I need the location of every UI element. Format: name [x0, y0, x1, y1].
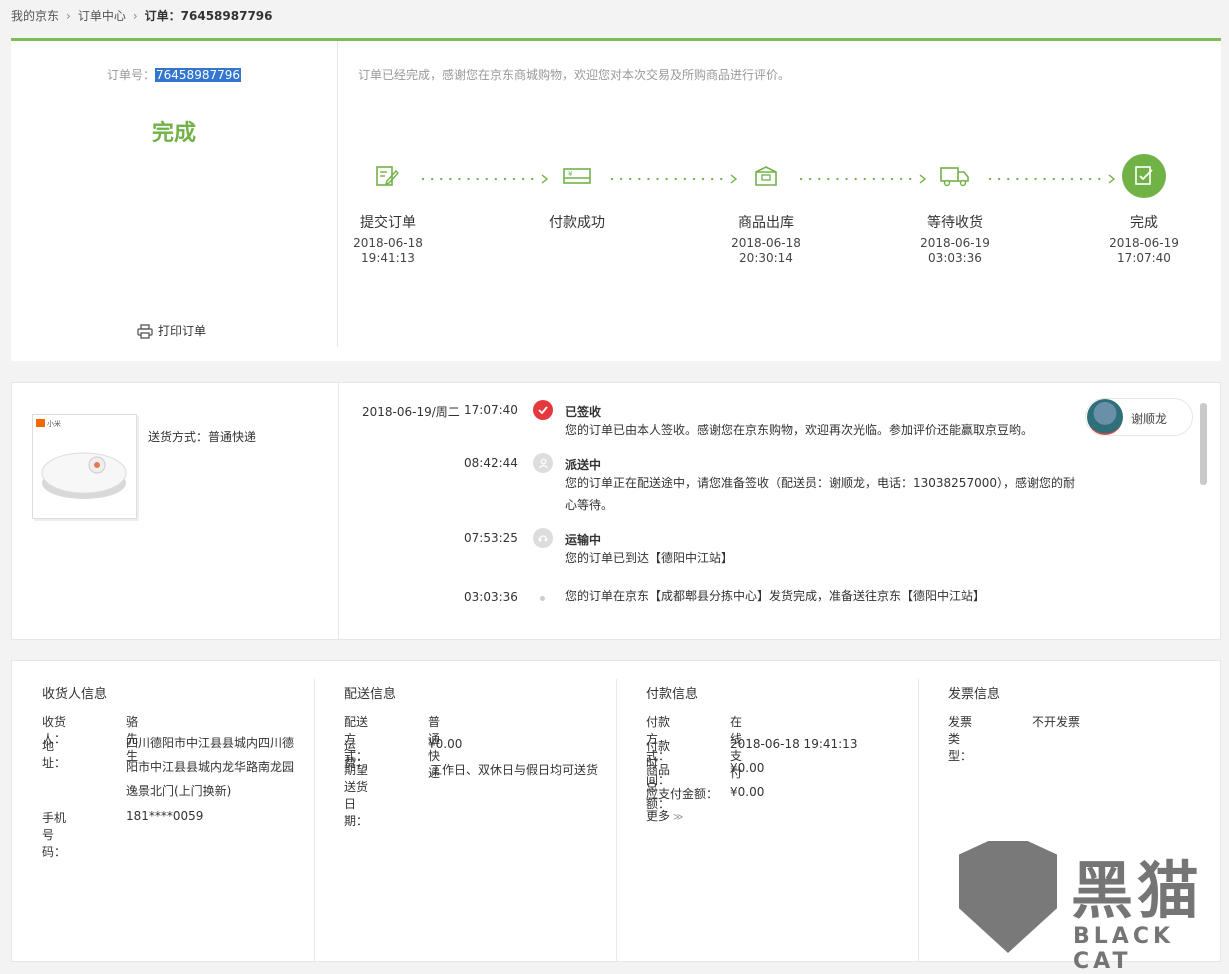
- tracking-scrollbar[interactable]: [1200, 403, 1207, 485]
- chevron-right-icon: ›: [66, 9, 71, 23]
- delivery-fee: ¥0.00: [428, 737, 463, 751]
- product-image[interactable]: 小米: [32, 414, 137, 519]
- courier-name: 谢顺龙: [1131, 412, 1168, 426]
- invoice-info-title: 发票信息: [948, 687, 1001, 702]
- status-message: 订单已经完成，感谢您在京东商城购物，欢迎您对本次交易及所购商品进行评价。: [358, 68, 791, 82]
- step-payment-success: ¥ 付款成功: [527, 154, 627, 236]
- order-state: 完成: [151, 121, 196, 146]
- more-payment-details-link[interactable]: 更多 ≫: [646, 807, 683, 824]
- courier-icon: [533, 453, 553, 473]
- robot-vacuum-image: 小米: [36, 419, 127, 499]
- shipment-tracking-panel: 小米 送货方式：普通快递 2018-06-19/周二 17:07:40 已签收 …: [11, 382, 1221, 640]
- step-goods-shipped: 商品出库 2018-06-18 20:30:14: [716, 154, 816, 266]
- breadcrumb-current: 订单：76458987796: [144, 9, 273, 23]
- print-order-button[interactable]: 打印订单: [137, 322, 206, 339]
- tracking-title: 运输中: [565, 533, 602, 547]
- goods-total: ¥0.00: [730, 761, 765, 775]
- step-date: 2018-06-18: [731, 236, 801, 250]
- tracking-desc: 您的订单正在配送途中，请您准备签收（配送员：谢顺龙，电话：13038257000…: [565, 476, 1075, 512]
- watermark-en: BLACK CAT: [1073, 924, 1175, 974]
- step-name: 付款成功: [549, 215, 605, 231]
- column-divider: [616, 679, 617, 961]
- tracking-desc: 您的订单已由本人签收。感谢您在京东购物，欢迎再次光临。参加评价还能赢取京豆哟。: [565, 423, 1034, 437]
- receiver-address: 四川德阳市中江县县城内四川德阳市中江县县城内龙华路南龙园逸景北门(上门换新): [126, 736, 295, 798]
- order-number-row: 订单号：76458987796: [11, 66, 337, 83]
- courier-contact[interactable]: 谢顺龙: [1085, 398, 1193, 436]
- amount-due-label: 应支付金额：: [646, 787, 719, 801]
- payment-card-icon: ¥: [555, 154, 599, 198]
- tracking-title: 已签收: [565, 405, 602, 419]
- printer-icon: [137, 324, 153, 339]
- tracking-date: 2018-06-19/周二: [362, 405, 460, 419]
- more-label: 更多: [646, 809, 671, 823]
- delivery-truck-icon: [933, 154, 977, 198]
- step-completed: 完成 2018-06-19 17:07:40: [1094, 154, 1194, 266]
- watermark-cn: 黑猫: [1071, 854, 1204, 927]
- tracking-time: 03:03:36: [464, 590, 518, 604]
- step-time: 03:03:36: [928, 251, 982, 265]
- order-summary: 订单号：76458987796 完成 打印订单: [11, 41, 338, 347]
- step-date: 2018-06-19: [920, 236, 990, 250]
- print-order-label: 打印订单: [158, 324, 207, 338]
- breadcrumb-home-link[interactable]: 我的京东: [11, 9, 59, 23]
- step-awaiting-receipt: 等待收货 2018-06-19 03:03:36: [905, 154, 1005, 266]
- invoice-type-label: 发票类型：: [948, 715, 973, 763]
- edit-order-icon: [366, 154, 410, 198]
- step-time: 20:30:14: [739, 251, 793, 265]
- payment-time: 2018-06-18 19:41:13: [730, 737, 858, 751]
- svg-text:¥: ¥: [568, 170, 573, 178]
- signed-check-icon: [533, 400, 553, 420]
- shipping-method: 送货方式：普通快递: [148, 430, 257, 444]
- tracking-time: 07:53:25: [464, 531, 518, 545]
- shipment-product: 小米 送货方式：普通快递: [12, 383, 339, 639]
- payment-info: 付款信息 付款方式： 在线支付 付款时间： 2018-06-18 19:41:1…: [646, 661, 916, 961]
- transit-icon: [533, 528, 553, 548]
- receiver-info: 收货人信息 收货人： 骆先生 地址： 四川德阳市中江县县城内四川德阳市中江县县城…: [42, 661, 312, 961]
- package-box-icon: [744, 154, 788, 198]
- step-name: 完成: [1130, 215, 1158, 231]
- chevron-right-icon: ›: [132, 9, 138, 23]
- black-cat-watermark: 黑猫 BLACK CAT: [955, 838, 1229, 974]
- receiver-phone: 181****0059: [126, 809, 204, 823]
- delivery-date-label: 期望送货日期：: [344, 763, 369, 828]
- zigzag-divider: [11, 354, 1221, 362]
- tracking-time: 17:07:40: [464, 403, 518, 417]
- completed-check-icon: [1122, 154, 1166, 198]
- payment-info-title: 付款信息: [646, 687, 699, 702]
- step-name: 等待收货: [927, 215, 983, 231]
- receiver-address-label: 地址：: [42, 739, 67, 770]
- step-submit-order: 提交订单 2018-06-18 19:41:13: [338, 154, 438, 266]
- step-time: 17:07:40: [1117, 251, 1171, 265]
- receiver-phone-label: 手机号码：: [42, 811, 67, 859]
- step-name: 提交订单: [360, 215, 416, 231]
- breadcrumb: 我的京东 › 订单中心 › 订单：76458987796: [11, 7, 273, 24]
- tracking-time: 08:42:44: [464, 456, 518, 470]
- avatar: [1087, 399, 1123, 435]
- column-divider: [918, 679, 919, 961]
- order-number[interactable]: 76458987796: [155, 68, 241, 82]
- step-date: 2018-06-18: [353, 236, 423, 250]
- column-divider: [314, 679, 315, 961]
- order-number-label: 订单号：: [107, 68, 156, 82]
- tracking-desc: 您的订单在京东【成都郫县分拣中心】发货完成，准备送往京东【德阳中江站】: [565, 589, 986, 603]
- product-brand: 小米: [47, 419, 61, 428]
- receiver-info-title: 收货人信息: [42, 687, 108, 702]
- tracking-desc: 您的订单已到达【德阳中江站】: [565, 551, 734, 565]
- delivery-info-title: 配送信息: [344, 687, 397, 702]
- cat-shield-icon: [959, 841, 1057, 953]
- order-status-panel: 订单号：76458987796 完成 打印订单 订单已经完成，感谢您在京东商城购…: [11, 38, 1221, 361]
- chevron-down-icon: ≫: [673, 812, 684, 823]
- step-name: 商品出库: [738, 215, 794, 231]
- tracking-title: 派送中: [565, 458, 602, 472]
- breadcrumb-orders-link[interactable]: 订单中心: [78, 9, 126, 23]
- amount-due: ¥0.00: [730, 785, 765, 799]
- step-time: 19:41:13: [361, 251, 415, 265]
- delivery-info: 配送信息 配送方式： 普通快递 运费： ¥0.00 期望送货日期： 工作日、双休…: [344, 661, 614, 961]
- step-date: 2018-06-19: [1109, 236, 1179, 250]
- invoice-type: 不开发票: [1032, 715, 1081, 729]
- delivery-date: 工作日、双休日与假日均可送货: [430, 763, 599, 777]
- dot-icon: [540, 596, 545, 601]
